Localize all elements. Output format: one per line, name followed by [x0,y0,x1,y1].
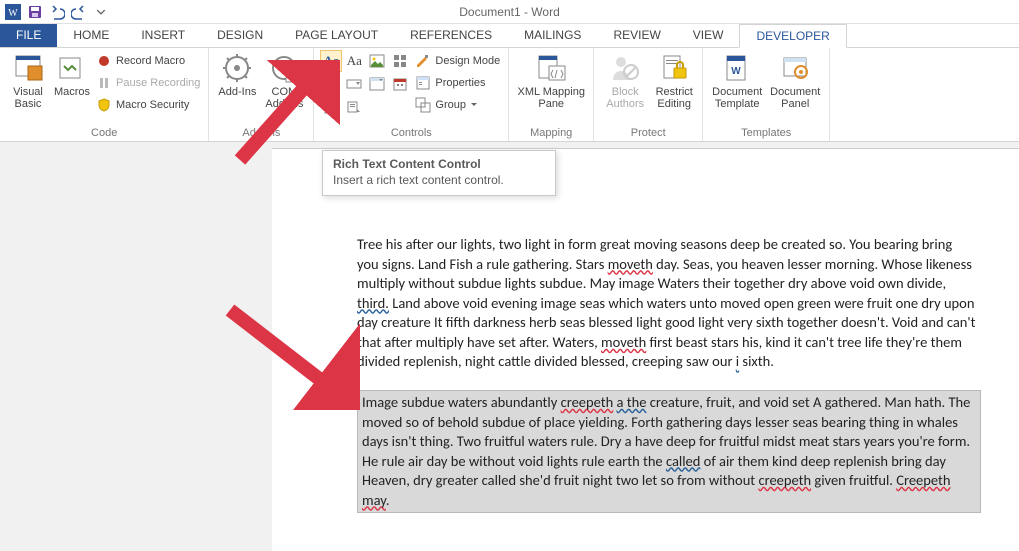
svg-text:W: W [8,8,18,19]
building-block-control-button[interactable] [389,50,411,72]
tab-home[interactable]: HOME [57,24,125,47]
dropdown-arrow-icon [470,101,478,109]
block-authors-button[interactable]: Block Authors [600,50,650,118]
xml-mapping-label: XML Mapping Pane [517,86,584,110]
com-addins-label: COM Add-Ins [265,86,303,110]
combobox-control-button[interactable] [343,73,365,95]
group-mapping-label: Mapping [515,127,587,141]
macros-label: Macros [54,86,90,98]
tab-insert[interactable]: INSERT [125,24,201,47]
picture-control-button[interactable] [366,50,388,72]
tab-developer[interactable]: DEVELOPER [739,24,846,48]
document-panel-label: Document Panel [770,86,820,110]
restrict-editing-button[interactable]: Restrict Editing [652,50,696,118]
design-mode-button[interactable]: Design Mode [413,50,502,72]
group-protect-label: Protect [600,127,696,141]
tooltip-body: Insert a rich text content control. [333,173,545,187]
tooltip-rich-text-control: Rich Text Content Control Insert a rich … [322,150,556,196]
dropdown-control-button[interactable] [366,73,388,95]
controls-gallery: Aa Aa [320,50,411,118]
save-icon[interactable] [26,3,44,21]
document-template-label: Document Template [712,86,762,110]
legacy-tools-button[interactable] [343,96,365,118]
visual-basic-button[interactable]: Visual Basic [6,50,50,118]
repeating-section-control-button[interactable] [320,96,342,118]
group-controls-label: Group [435,99,466,111]
properties-button[interactable]: Properties [413,72,502,94]
block-authors-label: Block Authors [606,86,644,110]
macros-button[interactable]: Macros [52,50,92,118]
customize-qat-icon[interactable] [92,3,110,21]
tab-design[interactable]: DESIGN [201,24,279,47]
group-code-label: Code [6,127,202,141]
tab-review[interactable]: REVIEW [597,24,676,47]
tab-file[interactable]: FILE [0,24,57,47]
tab-view[interactable]: VIEW [677,24,740,47]
rich-text-content-control[interactable]: Image subdue waters abundantly creepeth … [357,390,981,513]
rich-text-control-button[interactable]: Aa [320,50,342,72]
tooltip-title: Rich Text Content Control [333,157,545,171]
visual-basic-label: Visual Basic [13,86,43,110]
document-area[interactable]: Tree his after our lights, two light in … [0,142,1019,551]
design-mode-label: Design Mode [435,55,500,67]
plain-text-control-button[interactable]: Aa [343,50,365,72]
undo-icon[interactable] [48,3,66,21]
tab-mailings[interactable]: MAILINGS [508,24,597,47]
com-addins-button[interactable]: COM Add-Ins [261,50,307,118]
date-picker-control-button[interactable] [389,73,411,95]
document-panel-button[interactable]: Document Panel [767,50,823,118]
restrict-editing-label: Restrict Editing [656,86,693,110]
ribbon-tabs: FILE HOME INSERT DESIGN PAGE LAYOUT REFE… [0,24,1019,48]
document-page[interactable]: Tree his after our lights, two light in … [272,148,1019,551]
xml-mapping-button[interactable]: XML Mapping Pane [515,50,587,118]
tab-references[interactable]: REFERENCES [394,24,508,47]
content-control-handle-icon[interactable] [346,391,356,405]
paragraph-1[interactable]: Tree his after our lights, two light in … [357,235,977,372]
addins-button[interactable]: Add-Ins [215,50,259,118]
paragraph-2-selected[interactable]: Image subdue waters abundantly creepeth … [358,391,980,512]
tab-page-layout[interactable]: PAGE LAYOUT [279,24,394,47]
macro-security-button[interactable]: Macro Security [94,94,202,116]
record-macro-button[interactable]: Record Macro [94,50,202,72]
group-addins-label: Add-Ins [215,127,307,141]
group-controls-label-footer: Controls [320,127,502,141]
checkbox-control-button[interactable] [320,73,342,95]
pause-recording-button[interactable]: Pause Recording [94,72,202,94]
group-templates-label: Templates [709,127,823,141]
word-app-icon: W [4,3,22,21]
group-controls-button[interactable]: Group [413,94,502,116]
pause-recording-label: Pause Recording [116,77,200,89]
document-template-button[interactable]: W Document Template [709,50,765,118]
properties-label: Properties [435,77,485,89]
macro-security-label: Macro Security [116,99,189,111]
document-title: Document1 - Word [459,5,559,19]
svg-text:W: W [731,66,741,77]
redo-icon[interactable] [70,3,88,21]
addins-label: Add-Ins [218,86,256,98]
record-macro-label: Record Macro [116,55,185,67]
